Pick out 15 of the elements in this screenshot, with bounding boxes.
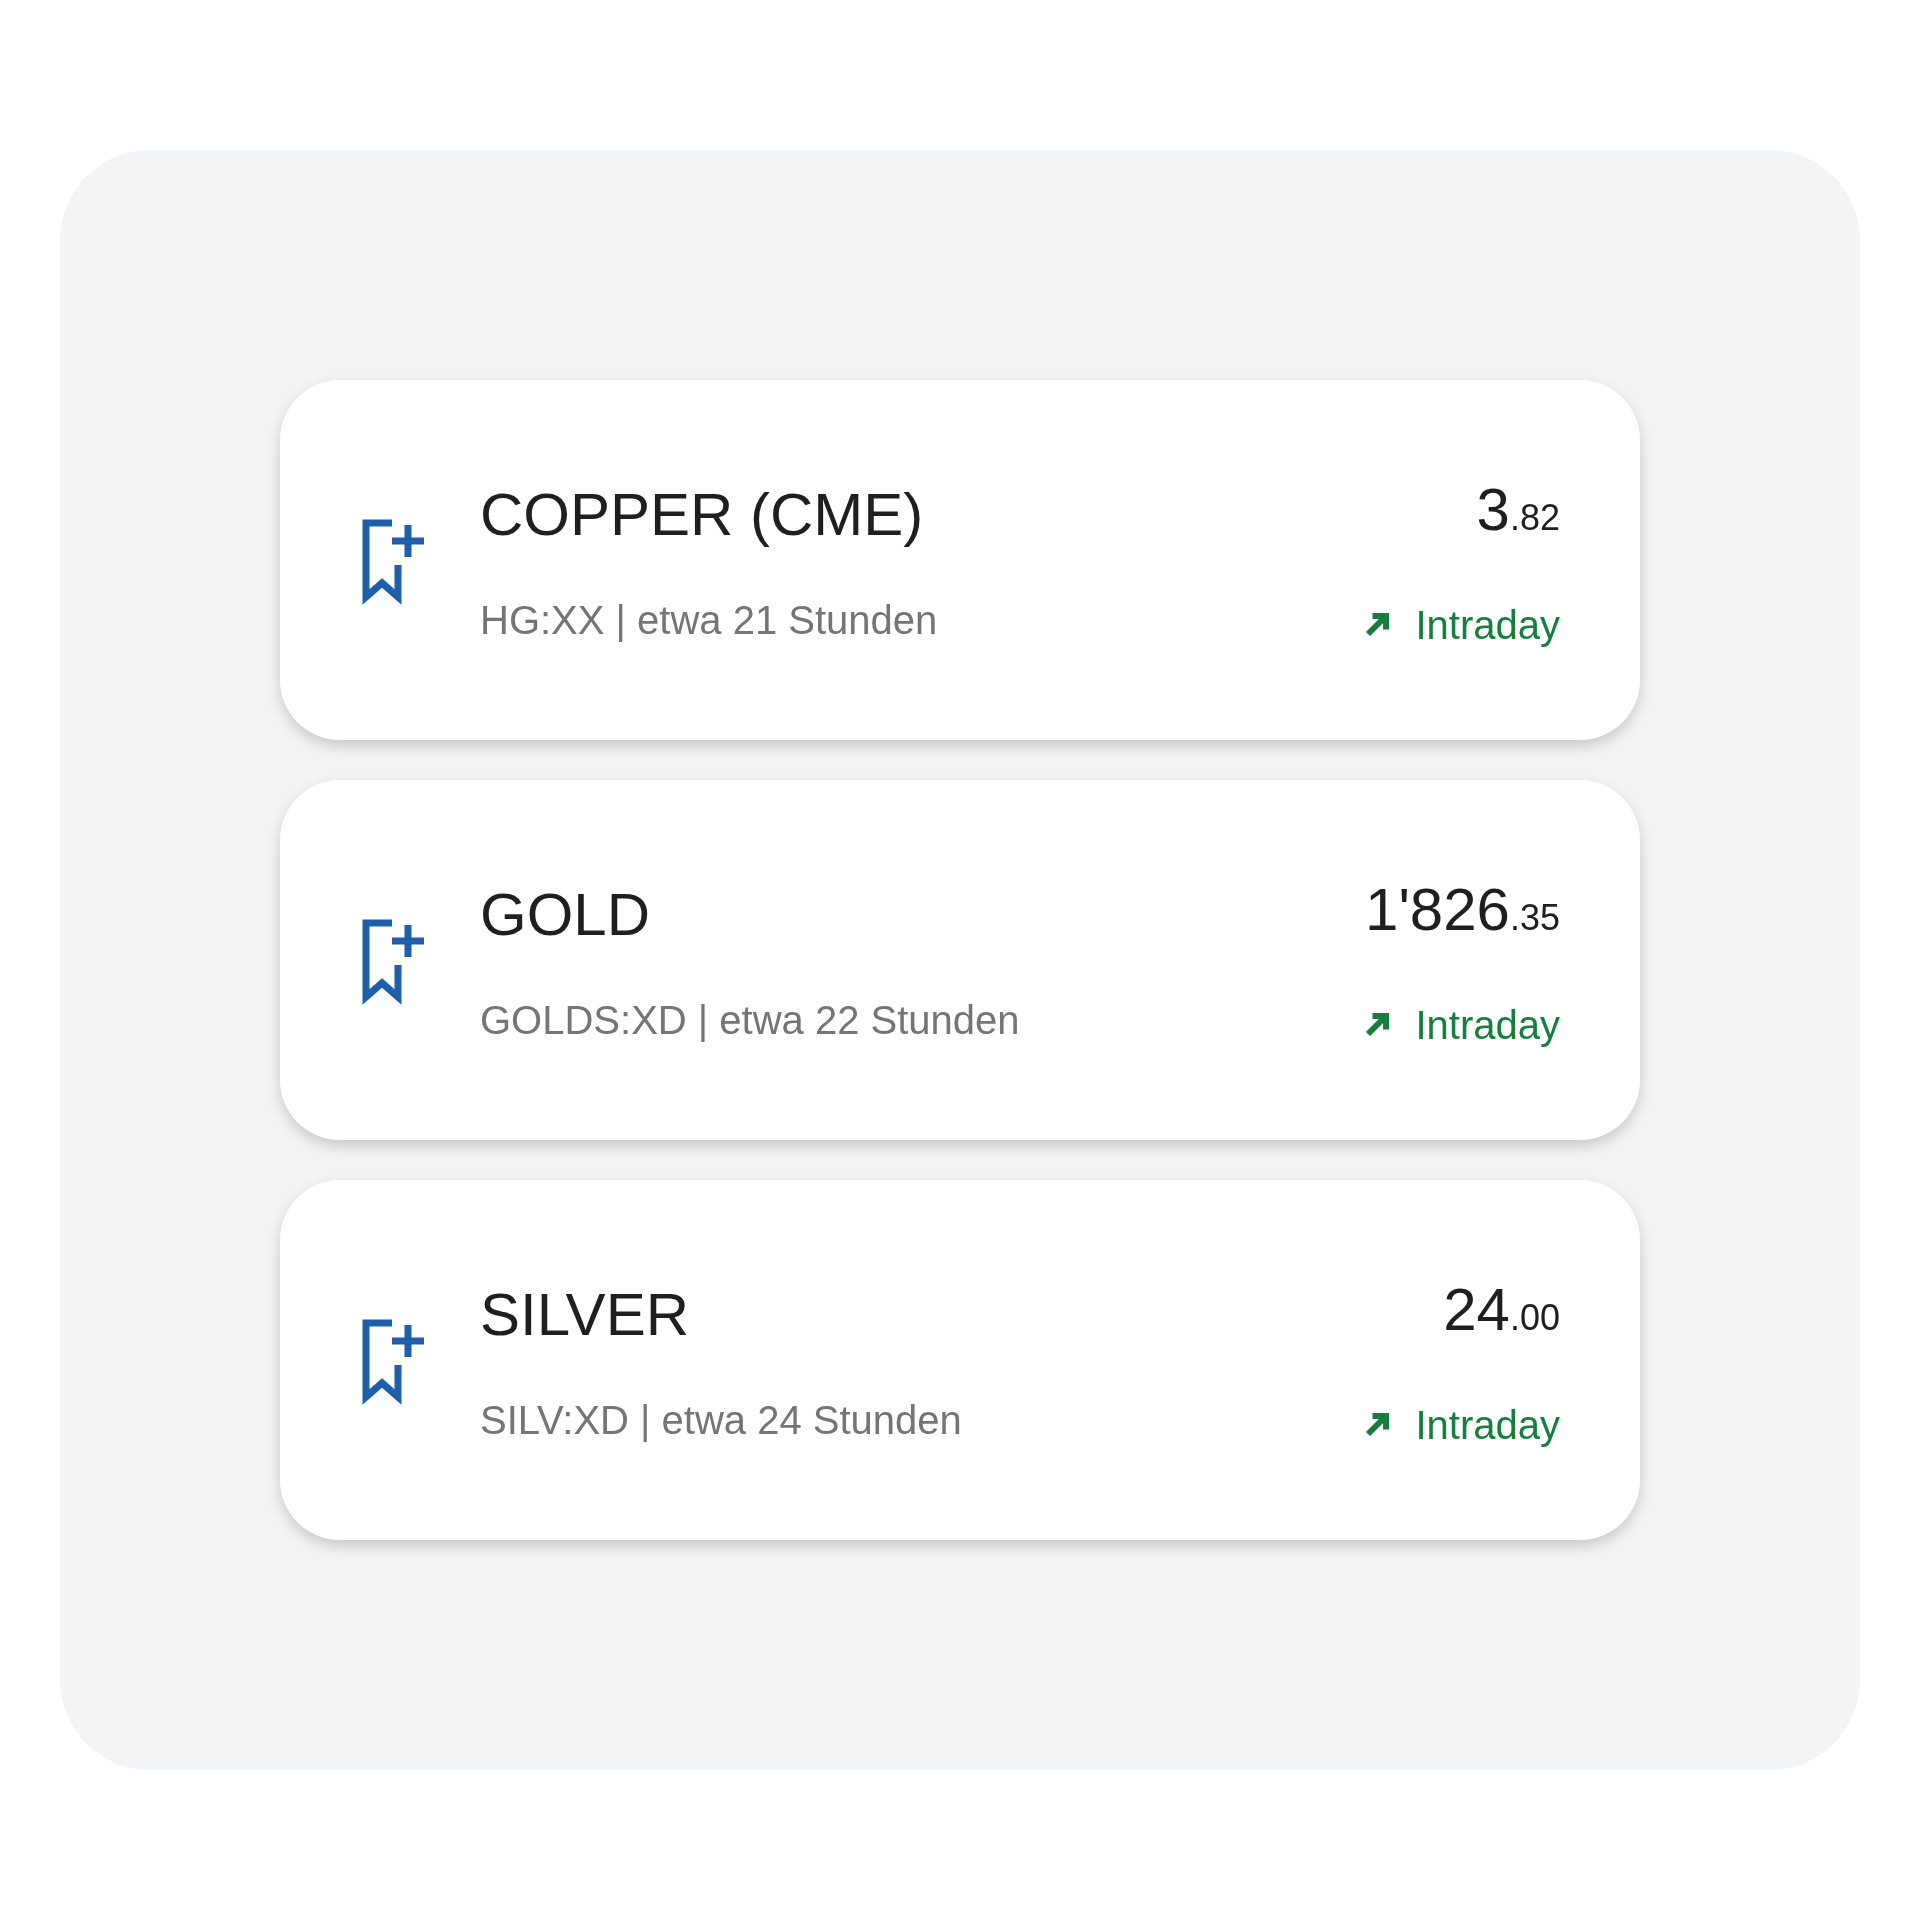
trend-label: Intraday [1415,1402,1560,1449]
instrument-card[interactable]: COPPER (CME) HG:XX | etwa 21 Stunden 3.82 Intraday [280,380,1640,740]
instrument-name: COPPER (CME) [480,480,925,550]
instrument-card[interactable]: SILVER SILV:XD | etwa 24 Stunden 24.00 Intraday [280,1180,1640,1540]
price-text: 1'826.35 [1365,875,1560,945]
instrument-detail: HG:XX | etwa 21 Stunden [480,597,939,644]
price-text: 3.82 [1476,475,1560,545]
instrument-name: GOLD [480,880,652,950]
trend-label: Intraday [1415,1002,1560,1049]
price-text: 24.00 [1443,1275,1560,1345]
instrument-card[interactable]: GOLD GOLDS:XD | etwa 22 Stunden 1'826.35 Intraday [280,780,1640,1140]
instrument-detail: GOLDS:XD | etwa 22 Stunden [480,997,1021,1044]
trend-label: Intraday [1415,602,1560,649]
instrument-name: SILVER [480,1280,690,1350]
instrument-detail: SILV:XD | etwa 24 Stunden [480,1397,963,1444]
